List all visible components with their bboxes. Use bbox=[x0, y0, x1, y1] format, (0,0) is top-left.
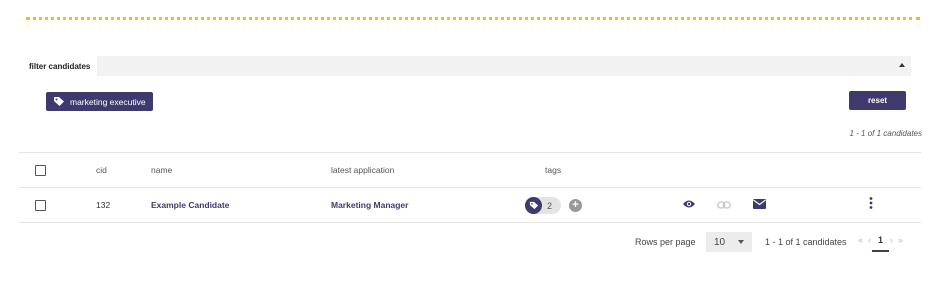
table-row[interactable]: 132 Example Candidate Marketing Manager … bbox=[18, 188, 921, 223]
filter-chip-tag[interactable]: marketing executive bbox=[46, 92, 153, 111]
column-header-tags: tags bbox=[545, 165, 562, 175]
rows-per-page-label: Rows per page bbox=[635, 237, 696, 247]
column-header-cid[interactable]: cid bbox=[96, 153, 107, 187]
column-header-name[interactable]: name bbox=[151, 153, 172, 187]
row-select-cell[interactable] bbox=[35, 188, 46, 222]
tag-icon bbox=[53, 96, 65, 107]
plus-icon[interactable]: + bbox=[569, 199, 582, 212]
first-page-button[interactable]: « bbox=[858, 235, 863, 245]
chip-label: marketing executive bbox=[70, 96, 146, 107]
copy-link-button[interactable] bbox=[717, 188, 731, 222]
view-candidate-button[interactable] bbox=[682, 188, 696, 222]
table-pagination: Rows per page 10 1 - 1 of 1 candidates «… bbox=[18, 230, 921, 256]
next-page-button[interactable]: › bbox=[890, 235, 893, 245]
mail-icon bbox=[753, 196, 766, 214]
more-actions-button[interactable] bbox=[869, 188, 873, 222]
reset-button[interactable]: reset bbox=[849, 91, 906, 110]
pager-controls: « ‹ 1 › » bbox=[858, 235, 903, 252]
candidates-table: cid name latest application tags 132 Exa… bbox=[18, 152, 921, 223]
current-page[interactable]: 1 bbox=[872, 235, 890, 252]
more-vertical-icon bbox=[869, 196, 873, 214]
table-header-row: cid name latest application tags bbox=[18, 152, 921, 188]
tag-count: 2 bbox=[547, 200, 553, 211]
latest-application-link[interactable]: Marketing Manager bbox=[331, 188, 408, 222]
tag-icon[interactable] bbox=[525, 197, 542, 214]
candidate-name-link[interactable]: Example Candidate bbox=[151, 188, 229, 222]
rows-per-page-value: 10 bbox=[714, 236, 726, 248]
eye-icon bbox=[682, 196, 696, 214]
email-candidate-button[interactable] bbox=[753, 188, 766, 222]
column-header-latest-application[interactable]: latest application bbox=[331, 153, 394, 187]
rows-per-page-select[interactable]: 10 bbox=[706, 232, 752, 252]
filter-input[interactable] bbox=[97, 56, 911, 76]
last-page-button[interactable]: » bbox=[898, 235, 903, 245]
prev-page-button[interactable]: ‹ bbox=[868, 235, 871, 245]
filter-label: filter candidates bbox=[29, 61, 91, 71]
caret-up-icon[interactable] bbox=[899, 63, 905, 67]
candidate-cid: 132 bbox=[96, 200, 111, 210]
link-icon bbox=[717, 196, 731, 214]
pagination-range: 1 - 1 of 1 candidates bbox=[765, 237, 847, 247]
dropdown-arrow-icon[interactable] bbox=[738, 240, 744, 244]
result-count: 1 - 1 of 1 candidates bbox=[849, 129, 923, 138]
select-all-checkbox[interactable] bbox=[35, 164, 46, 176]
row-checkbox[interactable] bbox=[35, 199, 46, 211]
filter-candidates-bar[interactable]: filter candidates bbox=[25, 56, 911, 76]
dotted-divider bbox=[26, 17, 920, 20]
select-all-cell[interactable] bbox=[35, 153, 46, 187]
